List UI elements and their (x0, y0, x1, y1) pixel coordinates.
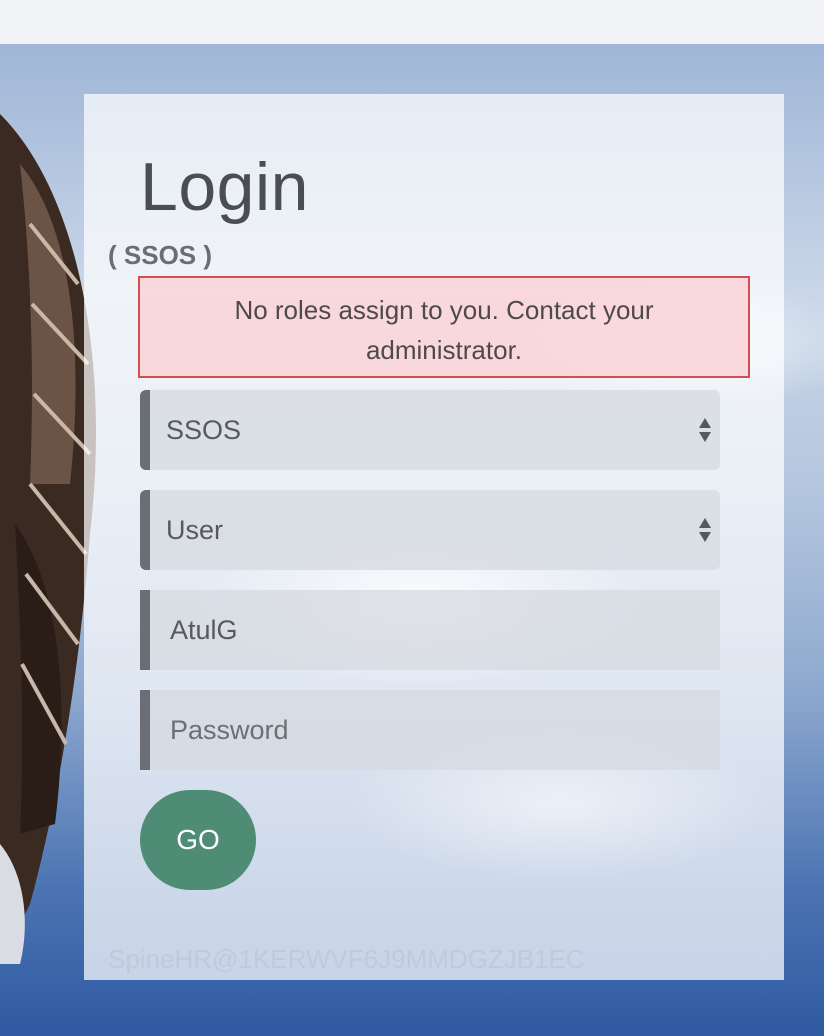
role-select-value: User (166, 514, 224, 545)
password-input-placeholder: Password (170, 714, 289, 745)
username-input[interactable]: AtulG (140, 590, 720, 670)
select-arrows-icon (699, 418, 711, 442)
app-subtitle: ( SSOS ) (108, 240, 213, 270)
role-select[interactable]: User (140, 490, 720, 570)
footer-build-id: SpineHR@1KERWVF6J9MMDGZJB1EC (108, 944, 585, 974)
select-arrows-icon (699, 518, 711, 542)
application-select[interactable]: SSOS (140, 390, 720, 470)
username-input-value: AtulG (170, 614, 238, 645)
password-input[interactable]: Password (140, 690, 720, 770)
go-button[interactable]: GO (140, 790, 256, 890)
application-select-value: SSOS (166, 414, 242, 445)
top-bar (0, 0, 824, 44)
error-alert: No roles assign to you. Contact your adm… (138, 276, 750, 378)
page-title: Login (140, 149, 309, 225)
error-alert-message: No roles assign to you. Contact your adm… (234, 295, 654, 365)
go-button-label: GO (176, 824, 220, 855)
